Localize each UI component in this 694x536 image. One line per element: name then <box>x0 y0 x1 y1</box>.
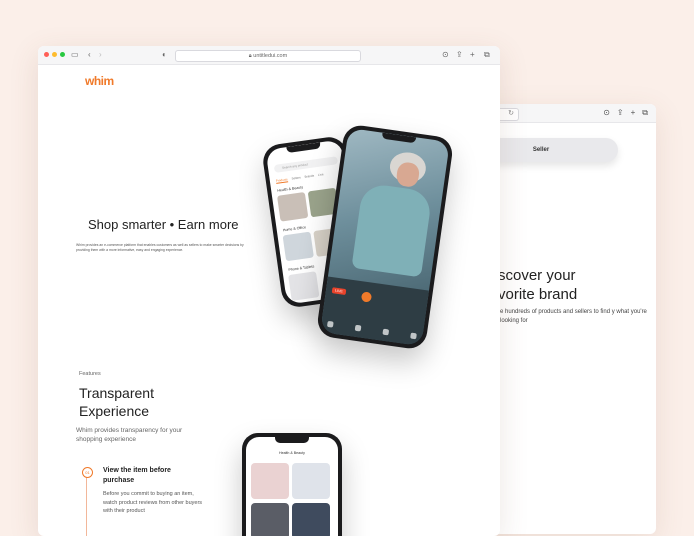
share-icon[interactable]: ⇪ <box>456 49 463 60</box>
tab-live[interactable]: Live <box>318 172 324 178</box>
address-text: untitledui.com <box>253 53 288 59</box>
features-title: Transparent Experience <box>79 384 154 420</box>
hero-title: Shop smarter • Earn more <box>88 217 239 232</box>
address-bar[interactable]: 🔒︎ untitledui.com <box>175 50 361 62</box>
shield-icon[interactable]: ◐ <box>162 49 167 60</box>
new-tab-icon[interactable]: + <box>631 108 636 118</box>
download-icon[interactable]: ⊙ <box>603 108 610 118</box>
browser-toolbar: ▭ ‹ › ◐ 🔒︎ untitledui.com ⊙ ⇪ + ⧉ <box>38 46 500 65</box>
whim-logo[interactable]: whim <box>85 74 114 88</box>
back-icon[interactable]: ‹ <box>88 49 91 60</box>
tab-sellers[interactable]: Sellers <box>291 175 301 181</box>
forward-icon[interactable]: › <box>99 49 102 60</box>
search-icon[interactable] <box>354 324 362 332</box>
timeline-line <box>86 470 87 536</box>
secondary-toolbar: ↻ ⊙ ⇪ + ⧉ <box>474 104 656 123</box>
product-tile[interactable] <box>277 191 309 222</box>
profile-icon[interactable] <box>410 332 417 340</box>
features-description: Whim provides transparency for your shop… <box>76 427 183 443</box>
download-icon[interactable]: ⊙ <box>442 49 449 60</box>
hero-subtitle: Whim provides an e-commerce platform tha… <box>76 243 244 252</box>
discover-subtitle: e hundreds of products and sellers to fi… <box>500 309 647 324</box>
reload-icon[interactable]: ↻ <box>508 109 514 117</box>
tab-brands[interactable]: Brands <box>304 174 314 180</box>
step-description: Before you commit to buying an item, wat… <box>103 491 203 514</box>
health-beauty-header: Health & Beauty <box>279 451 305 455</box>
step-number: 01 <box>82 467 93 478</box>
product-tile[interactable] <box>292 463 330 499</box>
features-label: Features <box>79 371 101 377</box>
features-title-line-1: Transparent <box>79 385 154 401</box>
close-window-dot[interactable] <box>44 52 49 57</box>
features-title-line-2: Experience <box>79 403 150 419</box>
sidebar-icon[interactable]: ▭ <box>71 49 79 60</box>
maximize-window-dot[interactable] <box>60 52 65 57</box>
section-home-office: Home & Office <box>282 225 307 233</box>
tabs-overview-icon[interactable]: ⧉ <box>642 108 648 118</box>
minimize-window-dot[interactable] <box>52 52 57 57</box>
product-tile[interactable] <box>282 231 314 262</box>
category-tabs: Products Sellers Brands Live <box>275 170 342 184</box>
discover-line-2: vorite brand <box>498 286 578 303</box>
discover-heading: scover your vorite brand <box>498 266 656 304</box>
main-browser-window: ▭ ‹ › ◐ 🔒︎ untitledui.com ⊙ ⇪ + ⧉ whim S… <box>38 46 500 536</box>
tabs-overview-icon[interactable]: ⧉ <box>484 49 490 60</box>
secondary-browser-window: ↻ ⊙ ⇪ + ⧉ Seller scover your vorite bran… <box>474 104 656 534</box>
home-icon[interactable] <box>326 320 334 328</box>
tab-products[interactable]: Products <box>275 177 289 184</box>
product-tile[interactable] <box>288 271 320 301</box>
discover-line-1: scover your <box>498 267 576 284</box>
phone-health-beauty: Health & Beauty <box>242 433 342 536</box>
share-icon[interactable]: ⇪ <box>617 108 624 118</box>
step-title: View the item before purchase <box>103 467 171 484</box>
new-tab-icon[interactable]: + <box>470 49 475 60</box>
product-tile[interactable] <box>251 463 289 499</box>
cart-icon[interactable] <box>382 328 390 336</box>
